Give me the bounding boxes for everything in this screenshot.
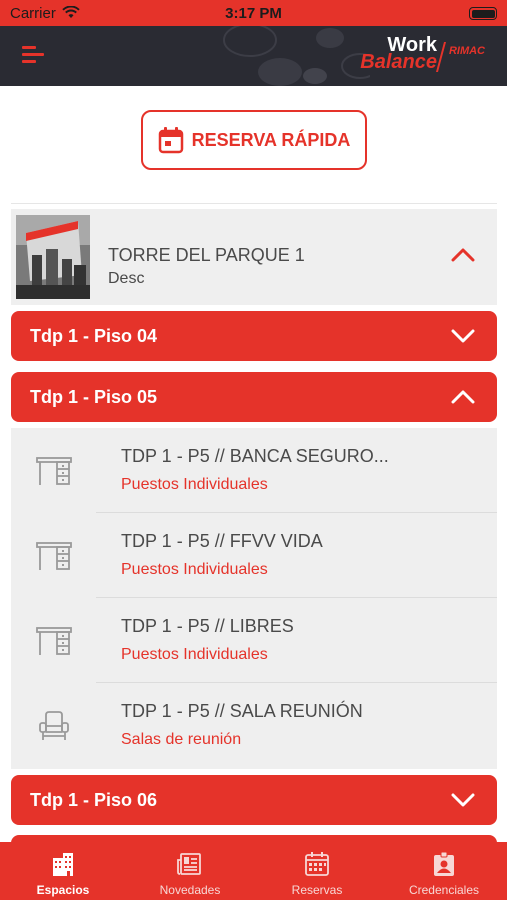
chevron-up-icon[interactable] bbox=[451, 389, 475, 405]
building-icon bbox=[53, 853, 73, 876]
space-list: TDP 1 - P5 // BANCA SEGURO... Puestos In… bbox=[11, 428, 497, 769]
desk-icon bbox=[35, 541, 72, 570]
building-desc: Desc bbox=[108, 270, 145, 287]
tab-label: Novedades bbox=[159, 883, 221, 897]
battery-icon bbox=[469, 7, 497, 20]
tab-reservas[interactable]: Reservas bbox=[254, 842, 380, 900]
chevron-up-icon[interactable] bbox=[451, 247, 475, 263]
floor-label: Tdp 1 - Piso 06 bbox=[30, 790, 158, 810]
space-type: Salas de reunión bbox=[121, 731, 242, 748]
floor-label: Tdp 1 - Piso 04 bbox=[30, 326, 158, 346]
quick-reserve-button[interactable]: RESERVA RÁPIDA bbox=[141, 110, 367, 170]
tab-label: Espacios bbox=[36, 883, 90, 897]
floor-label: Tdp 1 - Piso 05 bbox=[30, 387, 158, 407]
work-balance-logo: Work Balance RIMAC bbox=[360, 34, 485, 73]
building-row[interactable]: TORRE DEL PARQUE 1 Desc bbox=[11, 209, 497, 305]
space-type: Puestos Individuales bbox=[121, 561, 268, 578]
list-item[interactable]: TDP 1 - P5 // BANCA SEGURO... Puestos In… bbox=[11, 428, 497, 513]
space-name: TDP 1 - P5 // FFVV VIDA bbox=[121, 531, 323, 551]
tab-credenciales[interactable]: Credenciales bbox=[381, 842, 507, 900]
app-header: Work Balance RIMAC bbox=[0, 26, 507, 86]
space-name: TDP 1 - P5 // SALA REUNIÓN bbox=[121, 701, 363, 721]
newspaper-icon bbox=[177, 853, 201, 875]
chevron-down-icon[interactable] bbox=[451, 328, 475, 344]
quick-reserve-label: RESERVA RÁPIDA bbox=[191, 129, 351, 150]
divider bbox=[11, 203, 497, 204]
floor-row-piso-05[interactable]: Tdp 1 - Piso 05 bbox=[11, 372, 497, 422]
list-item[interactable]: TDP 1 - P5 // LIBRES Puestos Individuale… bbox=[11, 598, 497, 683]
calendar-icon bbox=[305, 852, 329, 876]
id-badge-icon bbox=[434, 852, 454, 876]
armchair-icon bbox=[38, 710, 69, 740]
tab-espacios[interactable]: Espacios bbox=[0, 842, 126, 900]
calendar-icon bbox=[158, 127, 183, 154]
floor-row-piso-04[interactable]: Tdp 1 - Piso 04 bbox=[11, 311, 497, 361]
desk-icon bbox=[35, 626, 72, 655]
space-name: TDP 1 - P5 // BANCA SEGURO... bbox=[121, 446, 389, 466]
status-bar: Carrier 3:17 PM bbox=[0, 0, 507, 26]
space-type: Puestos Individuales bbox=[121, 476, 268, 493]
tab-label: Credenciales bbox=[408, 883, 480, 897]
desk-icon bbox=[35, 456, 72, 485]
building-thumbnail bbox=[16, 215, 90, 299]
space-type: Puestos Individuales bbox=[121, 646, 268, 663]
list-item[interactable]: TDP 1 - P5 // SALA REUNIÓN Salas de reun… bbox=[11, 683, 497, 768]
menu-icon[interactable] bbox=[22, 44, 44, 64]
tab-label: Reservas bbox=[291, 883, 343, 897]
floor-row-piso-06[interactable]: Tdp 1 - Piso 06 bbox=[11, 775, 497, 825]
space-name: TDP 1 - P5 // LIBRES bbox=[121, 616, 294, 636]
list-item[interactable]: TDP 1 - P5 // FFVV VIDA Puestos Individu… bbox=[11, 513, 497, 598]
chevron-down-icon[interactable] bbox=[451, 792, 475, 808]
building-name: TORRE DEL PARQUE 1 bbox=[108, 245, 305, 265]
tab-novedades[interactable]: Novedades bbox=[127, 842, 253, 900]
tab-bar: Espacios Novedades Reservas Credenciales bbox=[0, 842, 507, 900]
clock: 3:17 PM bbox=[225, 5, 282, 22]
